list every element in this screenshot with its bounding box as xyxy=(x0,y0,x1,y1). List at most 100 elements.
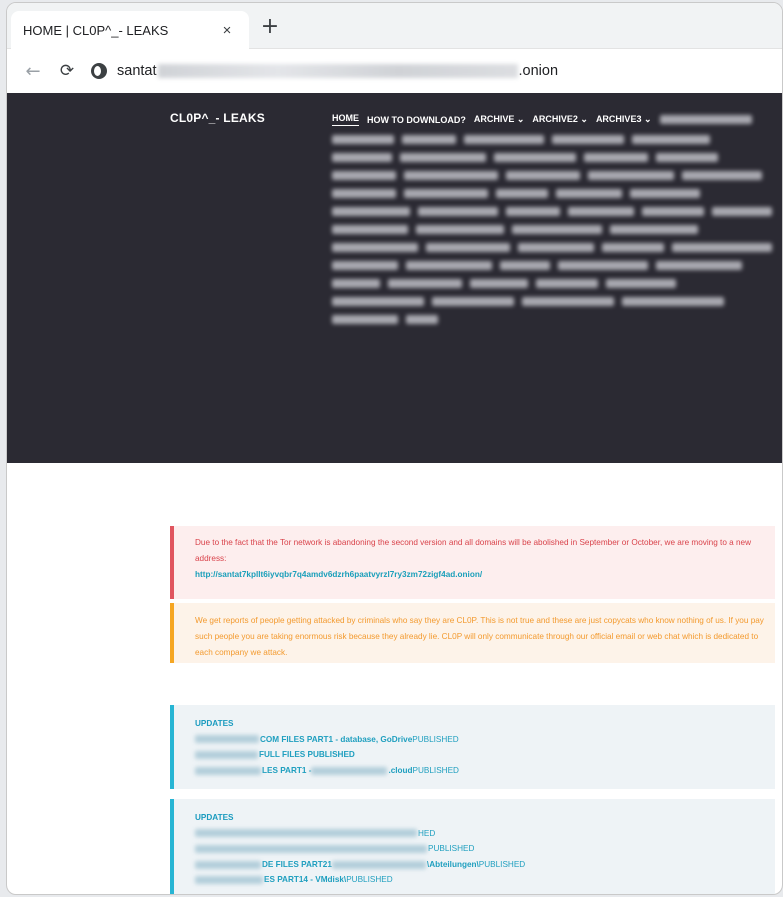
browser-window: HOME | CL0P^_- LEAKS × + ← ⟳ santat .oni… xyxy=(6,2,783,895)
nav-redacted-link[interactable] xyxy=(332,225,408,234)
nav-redacted-link[interactable] xyxy=(332,261,398,270)
reload-icon[interactable]: ⟳ xyxy=(53,61,81,81)
nav-redacted-link[interactable] xyxy=(432,297,514,306)
nav-redacted-link[interactable] xyxy=(556,189,622,198)
redacted-company xyxy=(195,860,261,869)
redacted-company xyxy=(195,735,259,744)
nav-redacted-link[interactable] xyxy=(584,153,648,162)
update-bold-text: FULL FILES PUBLISHED xyxy=(259,750,355,760)
update-status-text: PUBLISHED xyxy=(428,844,475,854)
url-prefix: santat xyxy=(117,63,157,79)
nav-redacted-link[interactable] xyxy=(400,153,486,162)
update-row[interactable]: FULL FILES PUBLISHED xyxy=(195,747,765,763)
nav-redacted-link[interactable] xyxy=(622,297,724,306)
updates-title: UPDATES xyxy=(195,813,234,822)
nav-redacted-link[interactable] xyxy=(642,207,704,216)
new-address-link[interactable]: http://santat7kpllt6iyvqbr7q4amdv6dzrh6p… xyxy=(195,567,765,583)
nav-redacted-link[interactable] xyxy=(496,189,548,198)
updates-box: UPDATES COM FILES PART1 - database, GoDr… xyxy=(170,705,775,789)
nav-redacted-link[interactable] xyxy=(332,315,398,324)
nav-home[interactable]: HOME xyxy=(332,113,359,126)
nav-redacted-link[interactable] xyxy=(522,297,614,306)
nav-redacted-link[interactable] xyxy=(512,225,602,234)
tor-notice: Due to the fact that the Tor network is … xyxy=(170,526,775,599)
site-header: CL0P^_- LEAKS HOME HOW TO DOWNLOAD? ARCH… xyxy=(7,93,782,463)
nav-redacted-link[interactable] xyxy=(404,189,488,198)
nav-redacted-link[interactable] xyxy=(552,135,624,144)
nav-redacted-link[interactable] xyxy=(332,135,394,144)
nav-redacted-link[interactable] xyxy=(332,243,418,252)
url-suffix: .onion xyxy=(518,63,559,79)
redacted-detail xyxy=(311,766,388,775)
nav-redacted-link[interactable] xyxy=(606,279,676,288)
update-bold-text: DE FILES PART21 xyxy=(262,859,332,869)
copycat-notice-text: We get reports of people getting attacke… xyxy=(195,616,764,657)
update-row[interactable]: LES PART1 - .cloud PUBLISHED xyxy=(195,763,765,779)
nav-redacted-link[interactable] xyxy=(332,297,424,306)
address-bar[interactable]: santat .onion xyxy=(91,54,782,88)
update-bold-text: ES PART14 - VMdisk\ xyxy=(264,875,347,885)
nav-redacted-link[interactable] xyxy=(426,243,510,252)
nav-redacted-link[interactable] xyxy=(588,171,674,180)
nav-redacted-link[interactable] xyxy=(518,243,594,252)
redacted-company xyxy=(195,829,417,838)
nav-redacted-link[interactable] xyxy=(712,207,772,216)
nav-redacted-link[interactable] xyxy=(402,135,456,144)
update-bold-text: LES PART1 - xyxy=(262,765,312,775)
update-status-text: PUBLISHED xyxy=(478,859,526,869)
update-row[interactable]: DE FILES PART21 \Abteilungen\ PUBLISHED xyxy=(195,857,765,873)
nav-redacted-link[interactable] xyxy=(332,171,396,180)
site-nav: HOME HOW TO DOWNLOAD? ARCHIVE ⌄ ARCHIVE2… xyxy=(332,113,772,324)
redacted-company xyxy=(195,750,258,759)
nav-redacted-link[interactable] xyxy=(418,207,498,216)
nav-redacted-link[interactable] xyxy=(506,207,560,216)
back-arrow-icon[interactable]: ← xyxy=(19,61,47,82)
redacted-company xyxy=(195,766,261,775)
nav-redacted-link[interactable] xyxy=(602,243,664,252)
update-row[interactable]: ES PART14 - VMdisk\ PUBLISHED xyxy=(195,872,765,888)
nav-redacted-link[interactable] xyxy=(506,171,580,180)
nav-redacted-link[interactable] xyxy=(656,261,742,270)
nav-redacted-link[interactable] xyxy=(558,261,648,270)
nav-archive[interactable]: ARCHIVE ⌄ xyxy=(474,114,525,125)
update-row[interactable]: PUBLISHED xyxy=(195,841,765,857)
nav-redacted-link[interactable] xyxy=(406,315,438,324)
nav-redacted-link[interactable] xyxy=(404,171,498,180)
browser-tab[interactable]: HOME | CL0P^_- LEAKS × xyxy=(11,11,249,49)
nav-archive2[interactable]: ARCHIVE2 ⌄ xyxy=(532,114,588,125)
update-bold-text: \Abteilungen\ xyxy=(426,859,479,869)
nav-redacted-link[interactable] xyxy=(332,189,396,198)
nav-redacted-link[interactable] xyxy=(682,171,762,180)
nav-redacted-link[interactable] xyxy=(406,261,492,270)
nav-redacted-link[interactable] xyxy=(332,207,410,216)
nav-redacted-link[interactable] xyxy=(568,207,634,216)
new-tab-button[interactable]: + xyxy=(257,15,283,41)
update-bold-text: COM FILES PART1 - database, GoDrive xyxy=(260,734,413,744)
nav-redacted-link[interactable] xyxy=(659,115,752,124)
nav-redacted-link[interactable] xyxy=(536,279,598,288)
nav-redacted-link[interactable] xyxy=(464,135,544,144)
nav-redacted-link[interactable] xyxy=(388,279,462,288)
nav-redacted-link[interactable] xyxy=(500,261,550,270)
nav-redacted-link[interactable] xyxy=(630,189,700,198)
url-redacted xyxy=(157,64,518,78)
nav-redacted-link[interactable] xyxy=(470,279,528,288)
update-row[interactable]: HED xyxy=(195,826,765,842)
nav-redacted-link[interactable] xyxy=(610,225,698,234)
nav-redacted-link[interactable] xyxy=(632,135,710,144)
nav-redacted-link[interactable] xyxy=(656,153,718,162)
nav-how-to-download[interactable]: HOW TO DOWNLOAD? xyxy=(367,115,466,125)
nav-redacted-link[interactable] xyxy=(672,243,772,252)
nav-redacted-link[interactable] xyxy=(332,279,380,288)
nav-archive3[interactable]: ARCHIVE3 ⌄ xyxy=(596,114,652,125)
close-icon[interactable]: × xyxy=(217,22,237,39)
update-row[interactable]: COM FILES PART1 - database, GoDrive PUBL… xyxy=(195,732,765,748)
nav-redacted-link[interactable] xyxy=(494,153,576,162)
nav-redacted-link[interactable] xyxy=(332,153,392,162)
tab-bar: HOME | CL0P^_- LEAKS × + xyxy=(7,3,782,49)
site-info-icon[interactable] xyxy=(91,63,107,79)
update-bold-text: .cloud xyxy=(388,765,413,775)
site-brand[interactable]: CL0P^_- LEAKS xyxy=(170,111,265,125)
nav-redacted-link[interactable] xyxy=(416,225,504,234)
update-status-text: PUBLISHED xyxy=(346,875,393,885)
